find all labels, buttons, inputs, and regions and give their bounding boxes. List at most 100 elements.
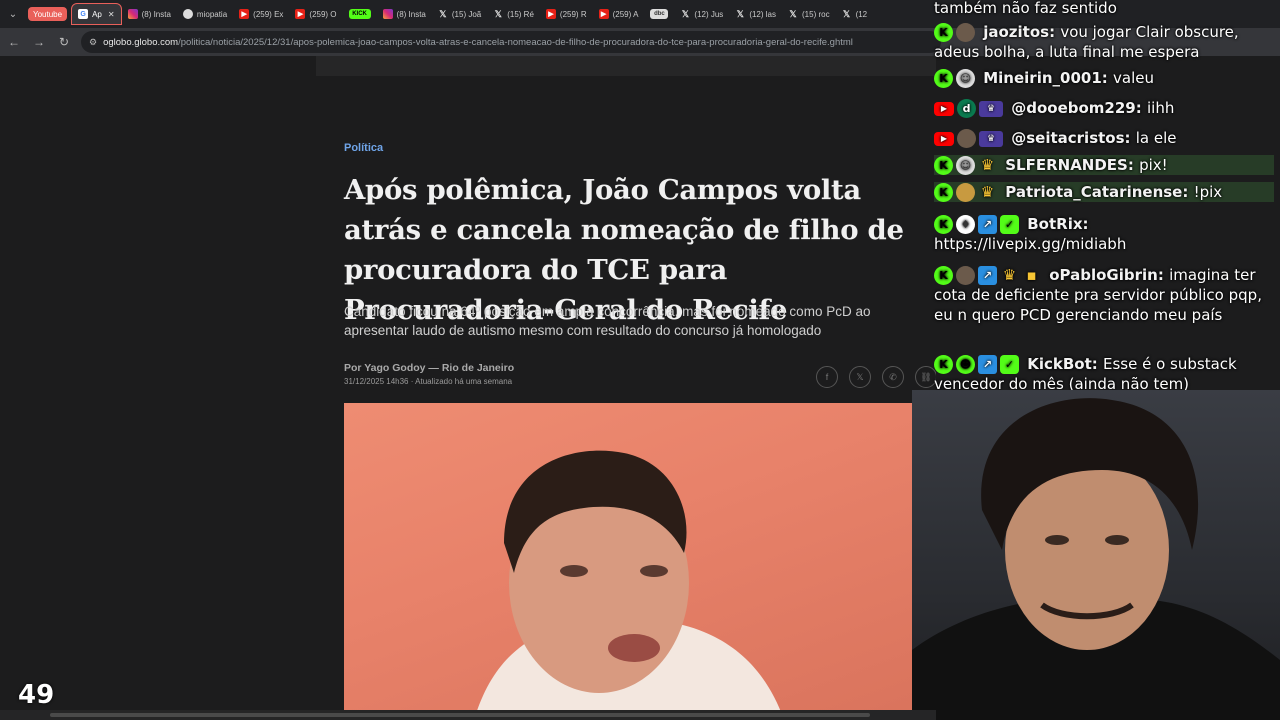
- kick-badge-icon: K: [934, 69, 953, 88]
- verified-badge-icon: ✓: [1000, 355, 1019, 374]
- tab-x[interactable]: 𝕏 (12) las: [729, 3, 782, 25]
- chat-message: K jaozitos: vou jogar Clair obscure, ade…: [934, 22, 1274, 62]
- scrollbar-thumb[interactable]: [50, 713, 870, 717]
- tab-youtube[interactable]: ▶ (259) O: [289, 3, 342, 25]
- chat-message: K ↗ ♛ ▪ oPabloGibrin: imagina ter cota de d…: [934, 265, 1274, 325]
- tab-x[interactable]: 𝕏 (15) Joã: [432, 3, 487, 25]
- x-icon: 𝕏: [494, 8, 502, 19]
- chrome-icon: [182, 9, 193, 19]
- tab-instagram[interactable]: (8) Insta: [122, 3, 177, 25]
- x-icon: 𝕏: [842, 8, 851, 19]
- url-domain: oglobo.globo.com: [103, 36, 179, 48]
- tab-instagram[interactable]: (8) Insta: [377, 3, 432, 25]
- tab-youtube[interactable]: ▶ (259) R: [540, 3, 593, 25]
- tab-x[interactable]: 𝕏 (12: [836, 3, 874, 25]
- close-tab-icon[interactable]: ✕: [108, 10, 115, 19]
- tab-youtube[interactable]: ▶ (259) Ex: [233, 3, 289, 25]
- tab-group-youtube[interactable]: Youtube: [28, 7, 68, 21]
- chat-message: K ♦ ↗ ✓ BotRix: https://livepix.gg/midiabh: [934, 214, 1274, 254]
- chat-text: iihh: [1146, 99, 1175, 117]
- x-icon: 𝕏: [789, 8, 797, 19]
- crown-icon: ♛: [1002, 266, 1017, 284]
- chat-username: KickBot:: [1027, 355, 1098, 373]
- forward-arrow-icon[interactable]: →: [28, 31, 50, 53]
- tab-active-article[interactable]: G Ap ✕: [71, 3, 122, 25]
- back-arrow-icon[interactable]: ←: [3, 31, 25, 53]
- x-share-icon[interactable]: 𝕏: [849, 366, 871, 388]
- youtube-icon: ▶: [598, 9, 609, 19]
- kick-badge-icon: K: [934, 156, 953, 175]
- tab-x[interactable]: 𝕏 (15) Ré: [487, 3, 540, 25]
- tab-chrome[interactable]: miopatia: [177, 3, 233, 25]
- horizontal-scrollbar[interactable]: [0, 710, 936, 720]
- boost-badge-icon: ↗: [978, 355, 997, 374]
- chat-message: também não faz sentido: [934, 0, 1274, 18]
- article-byline: Por Yago Godoy — Rio de Janeiro: [344, 362, 515, 374]
- chat-text: la ele: [1135, 129, 1177, 147]
- web-page: Política Após polêmica, João Campos volt…: [0, 56, 936, 720]
- chat-message: K ☻ ↗ ✓ KickBot: Esse é o substack vencedor…: [934, 354, 1274, 394]
- portrait-illustration: [474, 450, 784, 720]
- kick-badge-icon: K: [934, 215, 953, 234]
- globo-favicon-icon: G: [78, 9, 89, 19]
- bot-icon: ♦: [956, 215, 975, 234]
- youtube-badge-icon: ▶: [934, 101, 954, 116]
- avatar: [957, 129, 976, 148]
- crown-icon: ♛: [980, 183, 995, 201]
- tab-dbc[interactable]: dbc: [644, 3, 674, 25]
- chat-text: valeu: [1113, 69, 1154, 87]
- x-icon: 𝕏: [681, 8, 690, 19]
- chat-username: oPabloGibrin:: [1049, 266, 1164, 284]
- youtube-icon: ▶: [295, 9, 306, 19]
- member-badge-icon: ♛: [979, 100, 1003, 117]
- section-label[interactable]: Política: [344, 142, 383, 154]
- youtube-badge-icon: ▶: [934, 131, 954, 146]
- chat-username: jaozitos:: [983, 23, 1056, 41]
- boost-badge-icon: ↗: [978, 215, 997, 234]
- youtube-icon: ▶: [545, 9, 556, 19]
- bot-icon: ☻: [956, 355, 975, 374]
- site-info-icon[interactable]: ⚙: [89, 37, 97, 48]
- default-user-icon: ☺: [956, 69, 975, 88]
- address-url: oglobo.globo.com/politica/noticia/2025/1…: [103, 37, 853, 48]
- share-buttons: f 𝕏 ✆ ⛓: [816, 366, 936, 388]
- tab-search-icon[interactable]: ⌄: [4, 5, 22, 23]
- chat-username: Mineirin_0001:: [983, 69, 1108, 87]
- avatar: d: [957, 99, 976, 118]
- article-photo: [344, 403, 936, 720]
- x-icon: 𝕏: [736, 8, 744, 19]
- reload-icon[interactable]: ↻: [53, 31, 75, 53]
- avatar: [956, 23, 975, 42]
- chat-message-highlighted: K ♛ Patriota_Catarinense: !pix: [934, 182, 1274, 202]
- ad-banner: [316, 56, 936, 76]
- screen: ⌄ Youtube G Ap ✕ (8) Insta miopatia ▶ (25…: [0, 0, 1280, 720]
- kick-badge-icon: K: [934, 266, 953, 285]
- whatsapp-share-icon[interactable]: ✆: [882, 366, 904, 388]
- streamer-illustration: [912, 398, 1280, 720]
- stream-chat-overlay: também não faz sentido K jaozitos: vou j…: [930, 0, 1280, 400]
- dbc-icon: dbc: [650, 9, 669, 19]
- kick-badge-icon: K: [934, 355, 953, 374]
- instagram-icon: [382, 9, 393, 19]
- boost-badge-icon: ↗: [978, 266, 997, 285]
- article-subhead: Candidato ficou na 64º posição em ampla …: [344, 304, 871, 338]
- gift-icon: ▪: [1026, 266, 1037, 284]
- avatar: [956, 183, 975, 202]
- x-icon: 𝕏: [439, 8, 447, 19]
- kick-icon: KICK: [348, 9, 371, 19]
- instagram-icon: [127, 9, 138, 19]
- address-bar[interactable]: ⚙ oglobo.globo.com/politica/noticia/2025…: [81, 31, 941, 53]
- chat-username: Patriota_Catarinense:: [1005, 183, 1189, 201]
- facebook-share-icon[interactable]: f: [816, 366, 838, 388]
- tab-x[interactable]: 𝕏 (15) roc: [782, 3, 836, 25]
- tab-kick[interactable]: KICK: [343, 3, 377, 25]
- crown-icon: ♛: [980, 156, 995, 174]
- chat-message: K ☺ Mineirin_0001: valeu: [934, 68, 1274, 88]
- chat-message: ▶ d ♛ @dooebom229: iihh: [934, 98, 1274, 118]
- tab-x[interactable]: 𝕏 (12) Jus: [674, 3, 729, 25]
- member-badge-icon: ♛: [979, 130, 1003, 147]
- tab-youtube[interactable]: ▶ (259) A: [593, 3, 645, 25]
- webcam-feed: [912, 390, 1280, 720]
- chat-username: @dooebom229:: [1011, 99, 1142, 117]
- chat-text: vou jogar Clair obscure, adeus bolha, a …: [934, 23, 1239, 61]
